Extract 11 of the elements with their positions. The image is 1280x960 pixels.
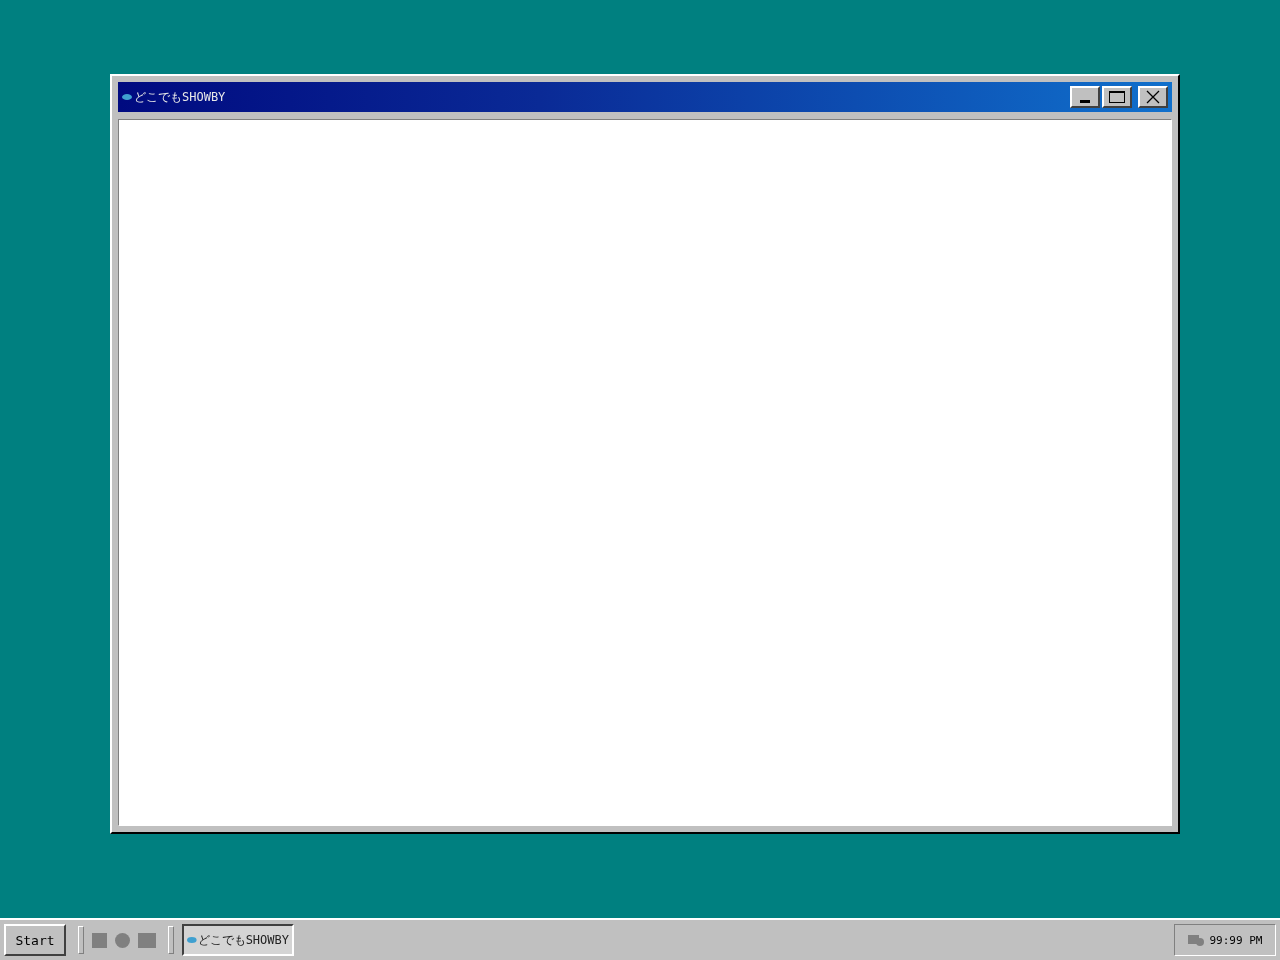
start-button[interactable]: Start [4,924,66,956]
fish-icon [122,94,132,100]
clock: 99:99 PM [1209,933,1263,947]
close-button[interactable] [1138,86,1168,108]
taskbar-button[interactable]: どこでもSHOWBY [182,924,294,956]
fish-icon [187,937,197,943]
window-title: どこでもSHOWBY [134,88,226,106]
minimize-icon [1080,100,1090,103]
minimize-button[interactable] [1070,86,1100,108]
maximize-button[interactable] [1102,86,1132,108]
maximize-icon [1107,89,1127,105]
